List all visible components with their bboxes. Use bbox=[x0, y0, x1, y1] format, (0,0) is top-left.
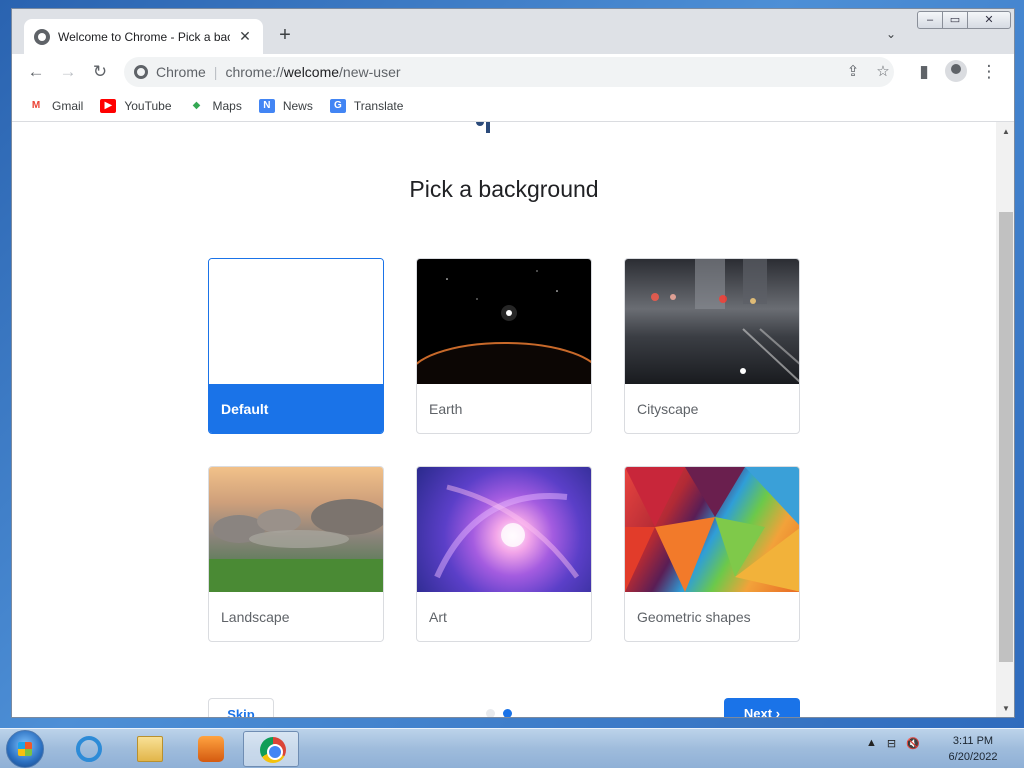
background-grid: Default Earth Cityscape Landscape Art Ge… bbox=[208, 258, 804, 642]
chevron-right-icon: › bbox=[775, 706, 781, 718]
background-card-landscape[interactable]: Landscape bbox=[208, 466, 384, 642]
maps-icon: ◆ bbox=[192, 99, 201, 111]
card-label: Art bbox=[429, 608, 447, 625]
next-button[interactable]: Next › bbox=[724, 698, 800, 718]
step-indicator bbox=[486, 709, 520, 717]
default-thumbnail bbox=[209, 259, 383, 384]
art-thumbnail bbox=[417, 467, 591, 592]
gmail-icon: M bbox=[31, 99, 41, 111]
minimize-button[interactable]: – bbox=[917, 11, 943, 29]
browser-toolbar: ← → ↻ Chrome | chrome://welcome/new-user… bbox=[12, 54, 1014, 90]
background-card-art[interactable]: Art bbox=[416, 466, 592, 642]
next-label: Next bbox=[743, 706, 773, 718]
internet-explorer-icon bbox=[76, 736, 102, 762]
clock-date: 6/20/2022 bbox=[948, 751, 998, 763]
cityscape-thumbnail bbox=[625, 259, 799, 384]
menu-icon[interactable]: ⋮ bbox=[977, 60, 1001, 84]
clock-time: 3:11 PM bbox=[952, 735, 994, 747]
background-card-earth[interactable]: Earth bbox=[416, 258, 592, 434]
card-label: Default bbox=[209, 384, 383, 433]
bookmark-translate[interactable]: G Translate bbox=[329, 98, 404, 113]
vertical-scrollbar[interactable]: ▲ ▼ bbox=[996, 122, 1014, 717]
chrome-logo-icon bbox=[134, 65, 148, 79]
background-card-cityscape[interactable]: Cityscape bbox=[624, 258, 800, 434]
profile-avatar-icon[interactable] bbox=[945, 60, 967, 82]
bookmark-label: YouTube bbox=[124, 98, 172, 113]
show-hidden-icons-icon[interactable]: ▲ bbox=[866, 737, 877, 750]
clock[interactable]: 3:11 PM 6/20/2022 bbox=[940, 733, 1006, 765]
card-label: Earth bbox=[429, 400, 463, 417]
welcome-logo-icon bbox=[474, 122, 494, 134]
omnibox-origin: Chrome bbox=[156, 64, 206, 80]
landscape-thumbnail bbox=[209, 467, 383, 592]
background-card-default[interactable]: Default bbox=[208, 258, 384, 434]
share-icon[interactable]: ⇪ bbox=[842, 61, 864, 83]
bookmark-youtube[interactable]: ▶ YouTube bbox=[100, 98, 172, 113]
bookmark-label: Maps bbox=[212, 98, 242, 113]
tab-search-icon[interactable]: ⌄ bbox=[886, 27, 896, 41]
scroll-up-icon[interactable]: ▲ bbox=[996, 124, 1014, 140]
step-dot bbox=[486, 709, 495, 717]
card-label: Geometric shapes bbox=[637, 608, 751, 625]
tab-title: Welcome to Chrome - Pick a bac bbox=[58, 29, 230, 44]
back-icon[interactable]: ← bbox=[24, 60, 48, 84]
tab-close-icon[interactable]: ✕ bbox=[237, 28, 253, 45]
taskbar-internet-explorer[interactable] bbox=[60, 731, 116, 767]
scroll-down-icon[interactable]: ▼ bbox=[996, 701, 1014, 717]
maximize-button[interactable]: ▭ bbox=[942, 11, 968, 29]
youtube-icon: ▶ bbox=[100, 98, 117, 113]
folder-icon bbox=[137, 736, 163, 762]
tab-strip: Welcome to Chrome - Pick a bac ✕ + ⌄ – ▭… bbox=[12, 9, 1014, 54]
active-tab[interactable]: Welcome to Chrome - Pick a bac ✕ bbox=[24, 19, 263, 54]
bookmark-news[interactable]: N News bbox=[258, 98, 313, 113]
taskbar-file-explorer[interactable] bbox=[121, 731, 177, 767]
new-tab-button[interactable]: + bbox=[274, 25, 296, 47]
earth-thumbnail bbox=[417, 259, 591, 384]
start-button[interactable] bbox=[6, 730, 44, 768]
bookmark-star-icon[interactable]: ☆ bbox=[872, 61, 894, 83]
close-window-button[interactable]: ✕ bbox=[967, 11, 1011, 29]
geometric-shapes-thumbnail bbox=[625, 467, 799, 592]
translate-icon: G bbox=[329, 98, 346, 113]
background-card-geometric-shapes[interactable]: Geometric shapes bbox=[624, 466, 800, 642]
omnibox-url: chrome://welcome/new-user bbox=[225, 64, 401, 80]
media-player-icon bbox=[198, 736, 224, 762]
chrome-window: Welcome to Chrome - Pick a bac ✕ + ⌄ – ▭… bbox=[11, 8, 1015, 718]
forward-icon[interactable]: → bbox=[56, 60, 80, 84]
globe-icon bbox=[34, 28, 50, 45]
bookmark-maps[interactable]: ◆ Maps bbox=[189, 99, 242, 113]
taskbar-chrome[interactable] bbox=[243, 731, 299, 767]
news-icon: N bbox=[258, 98, 275, 113]
volume-muted-icon[interactable]: 🔇 bbox=[906, 737, 920, 750]
bookmarks-bar: M Gmail ▶ YouTube ◆ Maps N News G Transl… bbox=[12, 90, 1014, 122]
taskbar-media-player[interactable] bbox=[182, 731, 238, 767]
scroll-thumb[interactable] bbox=[999, 212, 1013, 662]
bookmark-label: News bbox=[282, 98, 313, 113]
taskbar: ▲ ⊟ 🔇 3:11 PM 6/20/2022 bbox=[0, 728, 1024, 768]
bookmark-gmail[interactable]: M Gmail bbox=[28, 98, 84, 113]
card-label: Landscape bbox=[221, 608, 290, 625]
bookmark-label: Gmail bbox=[52, 98, 84, 113]
address-bar[interactable]: Chrome | chrome://welcome/new-user ⇪ ☆ bbox=[124, 57, 894, 87]
reload-icon[interactable]: ↻ bbox=[88, 60, 112, 84]
page-content: Pick a background Default Earth Cityscap… bbox=[12, 122, 996, 718]
network-icon[interactable]: ⊟ bbox=[887, 737, 896, 750]
omnibox-separator: | bbox=[213, 64, 218, 80]
side-panel-icon[interactable]: ▮ bbox=[912, 60, 936, 84]
page-title: Pick a background bbox=[409, 176, 599, 202]
chrome-icon bbox=[260, 737, 286, 763]
card-label: Cityscape bbox=[637, 400, 699, 417]
step-dot-active bbox=[503, 709, 512, 717]
system-tray: ▲ ⊟ 🔇 bbox=[866, 737, 930, 750]
skip-button[interactable]: Skip bbox=[208, 698, 274, 717]
bookmark-label: Translate bbox=[353, 98, 404, 113]
